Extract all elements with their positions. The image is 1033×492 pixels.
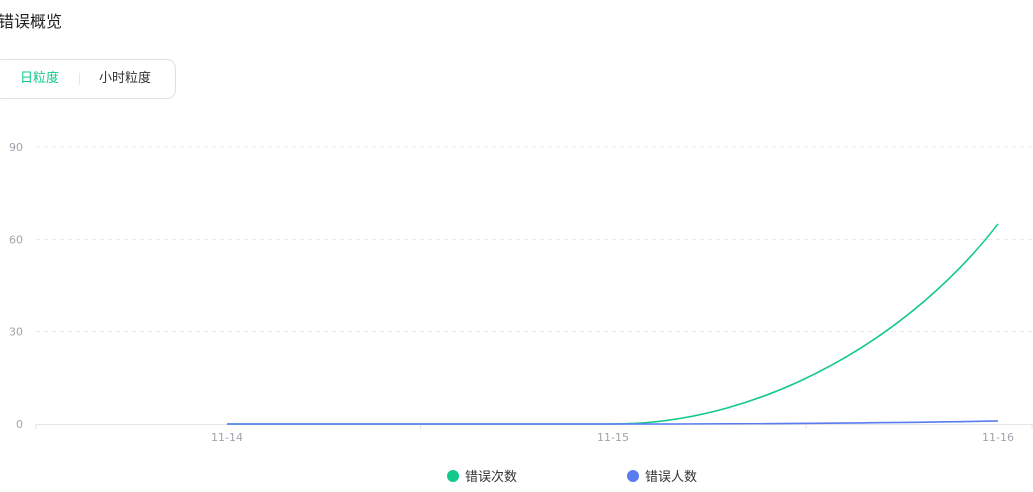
chart-x-axis: 11-14 11-15 11-16 [35,424,1033,444]
legend-dot-error-users [627,469,639,482]
chart-legend: 错误次数 错误人数 [0,466,1033,486]
error-overview-chart: 0 30 60 90 11-14 11-15 11-16 [9,141,1033,444]
series-line-error-users [227,420,999,425]
chart-grid: 0 30 60 90 [9,141,1033,431]
y-tick-label: 30 [9,326,23,339]
x-tick-label: 11-14 [211,431,243,444]
y-tick-label: 60 [9,233,23,246]
series-line-error-count [227,223,999,425]
legend-dot-error-count [447,469,459,482]
legend-item-error-count[interactable]: 错误次数 [447,466,517,485]
legend-label-error-users: 错误人数 [645,470,698,485]
chart-series [227,223,999,425]
x-tick-label: 11-15 [597,431,629,444]
legend-label-error-count: 错误次数 [465,470,518,485]
y-tick-label: 90 [9,141,23,154]
y-tick-label: 0 [16,418,23,431]
legend-item-error-users[interactable]: 错误人数 [627,466,697,485]
x-tick-label: 11-16 [982,431,1014,444]
